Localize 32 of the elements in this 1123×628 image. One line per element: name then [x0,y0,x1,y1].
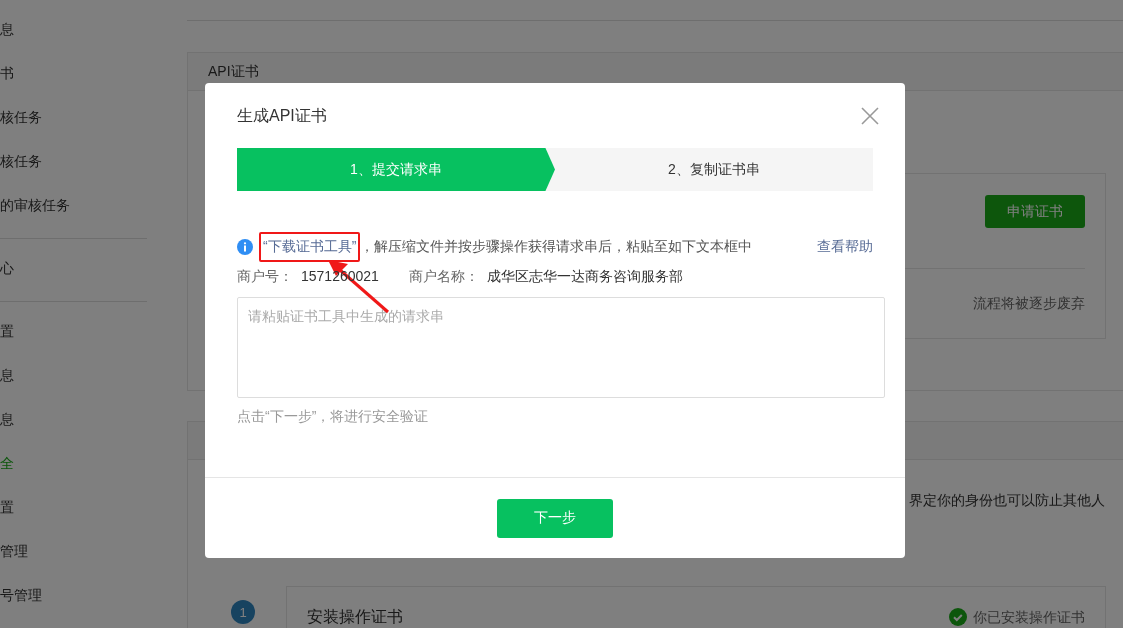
sidebar-item[interactable]: 号管理 [0,587,42,603]
sidebar-item[interactable]: 书 [0,65,14,81]
description-text: 界定你的身份也可以防止其他人 [909,492,1105,510]
dialog-title: 生成API证书 [237,105,327,126]
sidebar-item[interactable]: 息 [0,367,14,383]
merchant-name: 成华区志华一达商务咨询服务部 [486,268,683,286]
merchant-name-label: 商户名称： [408,268,479,286]
close-button[interactable] [859,105,881,127]
request-string-field[interactable]: 请粘贴证书工具中生成的请求串 [237,297,885,398]
status-text: 你已安装操作证书 [973,608,1085,626]
sidebar-item[interactable]: 置 [0,499,14,515]
hint-text: 点击“下一步”，将进行安全验证 [237,408,430,426]
notice-text: 流程将被逐步废弃 [973,295,1085,313]
info-icon [237,239,253,255]
sidebar-item[interactable]: 管理 [0,543,28,559]
sidebar-item[interactable]: 息 [0,411,14,427]
next-button[interactable]: 下一步 [497,498,613,538]
step-title: 安装操作证书 [307,608,403,626]
sidebar-item[interactable]: 的审核任务 [0,197,70,213]
apply-certificate-button[interactable]: 申请证书 [985,195,1085,228]
sidebar-item[interactable]: 置 [0,323,14,339]
card-title: API证书 [208,62,259,81]
download-tool-link[interactable]: “下载证书工具” [259,232,361,262]
sidebar-item[interactable]: 核任务 [0,153,42,169]
sidebar-item[interactable]: 息 [0,21,14,37]
sidebar-item[interactable]: 心 [0,260,14,276]
sidebar-item[interactable]: 全 [0,455,14,471]
merchant-id-label: 商户号： [237,268,293,286]
help-link[interactable]: 查看帮助 [817,238,873,256]
step-number: 1 [231,600,255,624]
instruction-text: ，解压缩文件并按步骤操作获得请求串后，粘贴至如下文本框中 [360,238,754,256]
sidebar-item[interactable]: 核任务 [0,109,42,125]
